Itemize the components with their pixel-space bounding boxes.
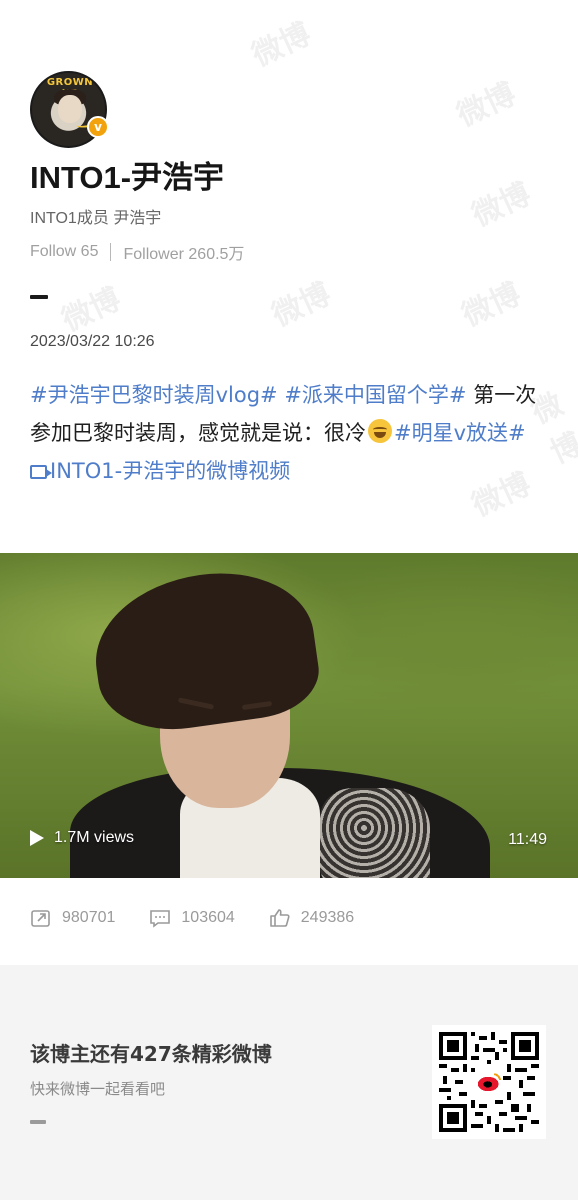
video-duration: 11:49 bbox=[508, 831, 547, 848]
repost-button[interactable]: 980701 bbox=[30, 908, 115, 928]
qr-code-image bbox=[439, 1032, 539, 1132]
profile-stats: Follow 65 Follower 260.5万 bbox=[30, 240, 244, 264]
post-date: 2023/03/22 10:26 bbox=[30, 333, 155, 350]
hashtag-link[interactable]: #派来中国留个学# bbox=[284, 383, 466, 407]
watermark-logo: 微博 bbox=[466, 176, 537, 234]
stats-divider bbox=[110, 243, 112, 261]
laugh-cry-emoji-icon bbox=[368, 419, 392, 443]
repost-count: 980701 bbox=[62, 909, 116, 926]
footer-title: 该博主还有427条精彩微博 bbox=[30, 1042, 272, 1066]
thumbs-up-icon bbox=[269, 909, 290, 927]
video-player[interactable]: 1.7M views 11:49 bbox=[0, 553, 578, 878]
section-divider bbox=[30, 295, 48, 299]
comment-count: 103604 bbox=[181, 909, 235, 926]
video-views: 1.7M views bbox=[30, 829, 134, 847]
watermark-logo: 微博 bbox=[456, 276, 527, 334]
follower-count[interactable]: Follower 260.5万 bbox=[123, 240, 244, 264]
footer-divider bbox=[30, 1120, 46, 1124]
footer-subtitle: 快来微博一起看看吧 bbox=[30, 1080, 166, 1098]
like-button[interactable]: 249386 bbox=[269, 908, 354, 928]
profile-name[interactable]: INTO1-尹浩宇 bbox=[30, 152, 224, 197]
watermark-logo: 微博 bbox=[56, 281, 127, 339]
view-count: 1.7M views bbox=[54, 829, 135, 846]
video-link[interactable]: INTO1-尹浩宇的微博视频 bbox=[30, 459, 290, 483]
qr-code[interactable] bbox=[432, 1025, 546, 1139]
hashtag-link[interactable]: #尹浩宇巴黎时装周vlog# bbox=[30, 383, 278, 407]
like-count: 249386 bbox=[300, 909, 355, 926]
hashtag-link[interactable]: #明星v放送# bbox=[394, 421, 526, 445]
watermark-logo: 微博 bbox=[451, 76, 522, 134]
watermark-logo: 微博 bbox=[266, 276, 337, 334]
post-actions: 980701 103604 249386 bbox=[30, 908, 388, 928]
play-icon[interactable] bbox=[30, 830, 44, 846]
video-camera-icon bbox=[30, 465, 52, 479]
profile-bio: INTO1成员 尹浩宇 bbox=[30, 210, 162, 227]
comment-button[interactable]: 103604 bbox=[149, 908, 235, 928]
verified-v-icon: v bbox=[87, 116, 109, 138]
post-text: #尹浩宇巴黎时装周vlog# #派来中国留个学# 第一次参加巴黎时装周，感觉就是… bbox=[30, 376, 550, 490]
follow-count[interactable]: Follow 65 bbox=[30, 243, 98, 261]
footer-promo: 该博主还有427条精彩微博 快来微博一起看看吧 bbox=[0, 965, 578, 1200]
comment-icon bbox=[150, 910, 171, 928]
watermark-logo: 微博 bbox=[246, 16, 317, 74]
repost-icon bbox=[31, 910, 50, 927]
video-link-label: INTO1-尹浩宇的微博视频 bbox=[50, 459, 291, 483]
